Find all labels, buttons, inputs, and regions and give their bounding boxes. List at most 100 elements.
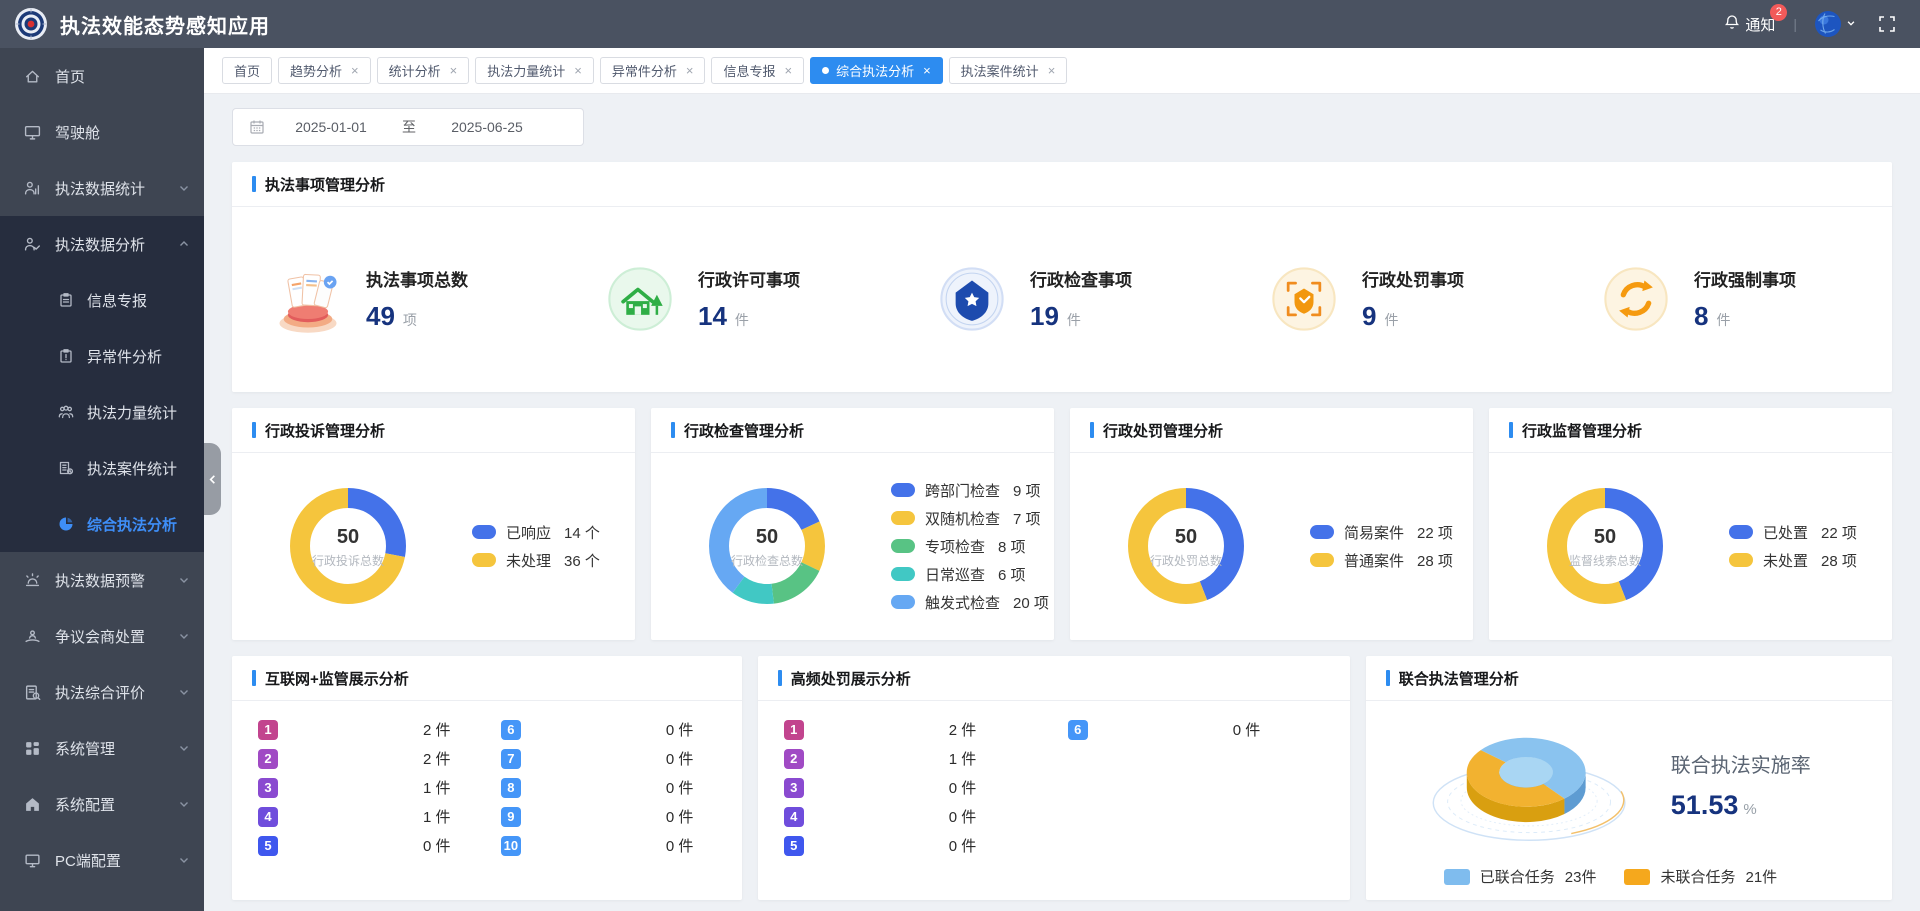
stat-value: 8件 xyxy=(1694,301,1796,332)
legend-item[interactable]: 专项检查8 项 xyxy=(891,536,1049,557)
legend-item[interactable]: 日常巡查6 项 xyxy=(891,564,1049,585)
donut-chart: 50行政检查总数 xyxy=(697,476,837,616)
sidebar-item-7[interactable]: 系统管理 xyxy=(0,720,204,776)
sidebar-item-6[interactable]: 执法综合评价 xyxy=(0,664,204,720)
tab-5[interactable]: 信息专报× xyxy=(711,57,804,84)
notifications-button[interactable]: 通知 2 xyxy=(1724,14,1775,35)
legend-item[interactable]: 已处置22 项 xyxy=(1729,522,1857,543)
rank-badge: 4 xyxy=(784,807,804,827)
sidebar-expanded-group: 执法数据分析信息专报异常件分析执法力量统计执法案件统计综合执法分析 xyxy=(0,216,204,552)
tab-7[interactable]: 执法案件统计× xyxy=(949,57,1068,84)
legend-item[interactable]: 简易案件22 项 xyxy=(1310,522,1453,543)
card-title: 互联网+监管展示分析 xyxy=(265,668,409,689)
title-accent-bar xyxy=(252,422,256,438)
legend-item[interactable]: 未处理36 个 xyxy=(472,550,600,571)
sidebar-item-label: 执法数据预警 xyxy=(55,570,145,591)
docs-3d-icon xyxy=(270,261,346,337)
chevron-up-icon xyxy=(178,238,190,250)
user-menu[interactable] xyxy=(1815,11,1856,37)
ranking-row: 100 件 xyxy=(501,831,716,860)
donut-chart: 50监督线索总数 xyxy=(1535,476,1675,616)
card-header: 行政检查管理分析 xyxy=(651,408,1054,453)
legend-label: 未联合任务 xyxy=(1660,866,1735,887)
legend-label: 简易案件 xyxy=(1344,522,1404,543)
chevron-down-icon xyxy=(178,574,190,586)
warning-icon xyxy=(24,572,41,589)
svg-text:行政处罚总数: 行政处罚总数 xyxy=(1150,553,1222,568)
stat-unit: 件 xyxy=(1716,312,1730,328)
tab-3[interactable]: 执法力量统计× xyxy=(475,57,594,84)
chevron-down-icon xyxy=(178,798,190,810)
donut-card-body: 50行政处罚总数简易案件22 项普通案件28 项 xyxy=(1070,453,1473,639)
ranking-row: 31 件 xyxy=(258,773,473,802)
end-date-input[interactable]: 2025-06-25 xyxy=(431,119,543,135)
fullscreen-button[interactable] xyxy=(1878,15,1896,33)
tab-4[interactable]: 异常件分析× xyxy=(600,57,706,84)
tab-close-icon[interactable]: × xyxy=(450,64,458,77)
rank-value: 0 件 xyxy=(666,835,694,856)
tab-close-icon[interactable]: × xyxy=(686,64,694,77)
legend-item[interactable]: 普通案件28 项 xyxy=(1310,550,1453,571)
sidebar-item-3[interactable]: 执法数据分析 xyxy=(0,216,204,272)
sidebar-subitem-0[interactable]: 信息专报 xyxy=(0,272,204,328)
sidebar-item-1[interactable]: 驾驶舱 xyxy=(0,104,204,160)
stat-value: 9件 xyxy=(1362,301,1464,332)
abnormal-icon xyxy=(58,348,74,364)
sidebar-item-label: 争议会商处置 xyxy=(55,626,145,647)
tab-close-icon[interactable]: × xyxy=(784,64,792,77)
legend-label: 未处置 xyxy=(1763,550,1808,571)
joint-rate-metric: 联合执法实施率51.53% xyxy=(1671,749,1811,821)
rank-badge: 4 xyxy=(258,807,278,827)
sidebar-item-label: PC端配置 xyxy=(55,850,121,871)
legend-item[interactable]: 触发式检查20 项 xyxy=(891,592,1049,613)
card-enforcement-items: 执法事项管理分析 执法事项总数49项行政许可事项14件行政检查事项19件行政处罚… xyxy=(232,162,1892,392)
sidebar-subitem-4[interactable]: 综合执法分析 xyxy=(0,496,204,552)
legend-item[interactable]: 跨部门检查9 项 xyxy=(891,480,1049,501)
sidebar-item-2[interactable]: 执法数据统计 xyxy=(0,160,204,216)
sidebar-item-5[interactable]: 争议会商处置 xyxy=(0,608,204,664)
chevron-down-icon xyxy=(1846,15,1856,33)
sidebar-item-0[interactable]: 首页 xyxy=(0,48,204,104)
sidebar-item-label: 执法数据统计 xyxy=(55,178,145,199)
tab-close-icon[interactable]: × xyxy=(1048,64,1056,77)
legend-value: 8 项 xyxy=(998,536,1026,557)
sidebar-item-label: 系统管理 xyxy=(55,738,115,759)
app-logo-icon xyxy=(14,7,48,41)
tab-1[interactable]: 趋势分析× xyxy=(278,57,371,84)
legend-item[interactable]: 未联合任务21件 xyxy=(1624,866,1777,887)
tab-close-icon[interactable]: × xyxy=(351,64,359,77)
ranking-column: 60 件 xyxy=(1068,715,1324,860)
title-accent-bar xyxy=(252,670,256,686)
sidebar-item-4[interactable]: 执法数据预警 xyxy=(0,552,204,608)
legend-item[interactable]: 已联合任务23件 xyxy=(1444,866,1597,887)
sidebar-item-label: 异常件分析 xyxy=(87,346,162,367)
title-accent-bar xyxy=(1509,422,1513,438)
legend-value: 7 项 xyxy=(1013,508,1041,529)
date-range-picker[interactable]: 2025-01-01 至 2025-06-25 xyxy=(232,108,584,146)
legend-item[interactable]: 已响应14 个 xyxy=(472,522,600,543)
start-date-input[interactable]: 2025-01-01 xyxy=(275,119,387,135)
sidebar-item-8[interactable]: 系统配置 xyxy=(0,776,204,832)
rank-value: 0 件 xyxy=(423,835,451,856)
stat-value: 19件 xyxy=(1030,301,1132,332)
legend-label: 日常巡查 xyxy=(925,564,985,585)
rank-value: 1 件 xyxy=(949,748,977,769)
card-title: 行政处罚管理分析 xyxy=(1103,420,1223,441)
ranking-row: 21 件 xyxy=(784,744,1040,773)
tab-close-icon[interactable]: × xyxy=(574,64,582,77)
card-title: 行政投诉管理分析 xyxy=(265,420,385,441)
tab-2[interactable]: 统计分析× xyxy=(377,57,470,84)
sidebar-subitem-1[interactable]: 异常件分析 xyxy=(0,328,204,384)
sidebar-item-9[interactable]: PC端配置 xyxy=(0,832,204,888)
tab-6[interactable]: 综合执法分析× xyxy=(810,57,943,84)
chevron-down-icon xyxy=(178,686,190,698)
donut-card-body: 50行政投诉总数已响应14 个未处理36 个 xyxy=(232,453,635,639)
sidebar-subitem-3[interactable]: 执法案件统计 xyxy=(0,440,204,496)
tab-close-icon[interactable]: × xyxy=(923,64,931,77)
rank-value: 0 件 xyxy=(666,748,694,769)
sidebar-collapse-handle[interactable] xyxy=(204,443,221,515)
legend-item[interactable]: 未处置28 项 xyxy=(1729,550,1857,571)
sidebar-subitem-2[interactable]: 执法力量统计 xyxy=(0,384,204,440)
tab-0[interactable]: 首页 xyxy=(222,57,272,84)
legend-item[interactable]: 双随机检查7 项 xyxy=(891,508,1049,529)
